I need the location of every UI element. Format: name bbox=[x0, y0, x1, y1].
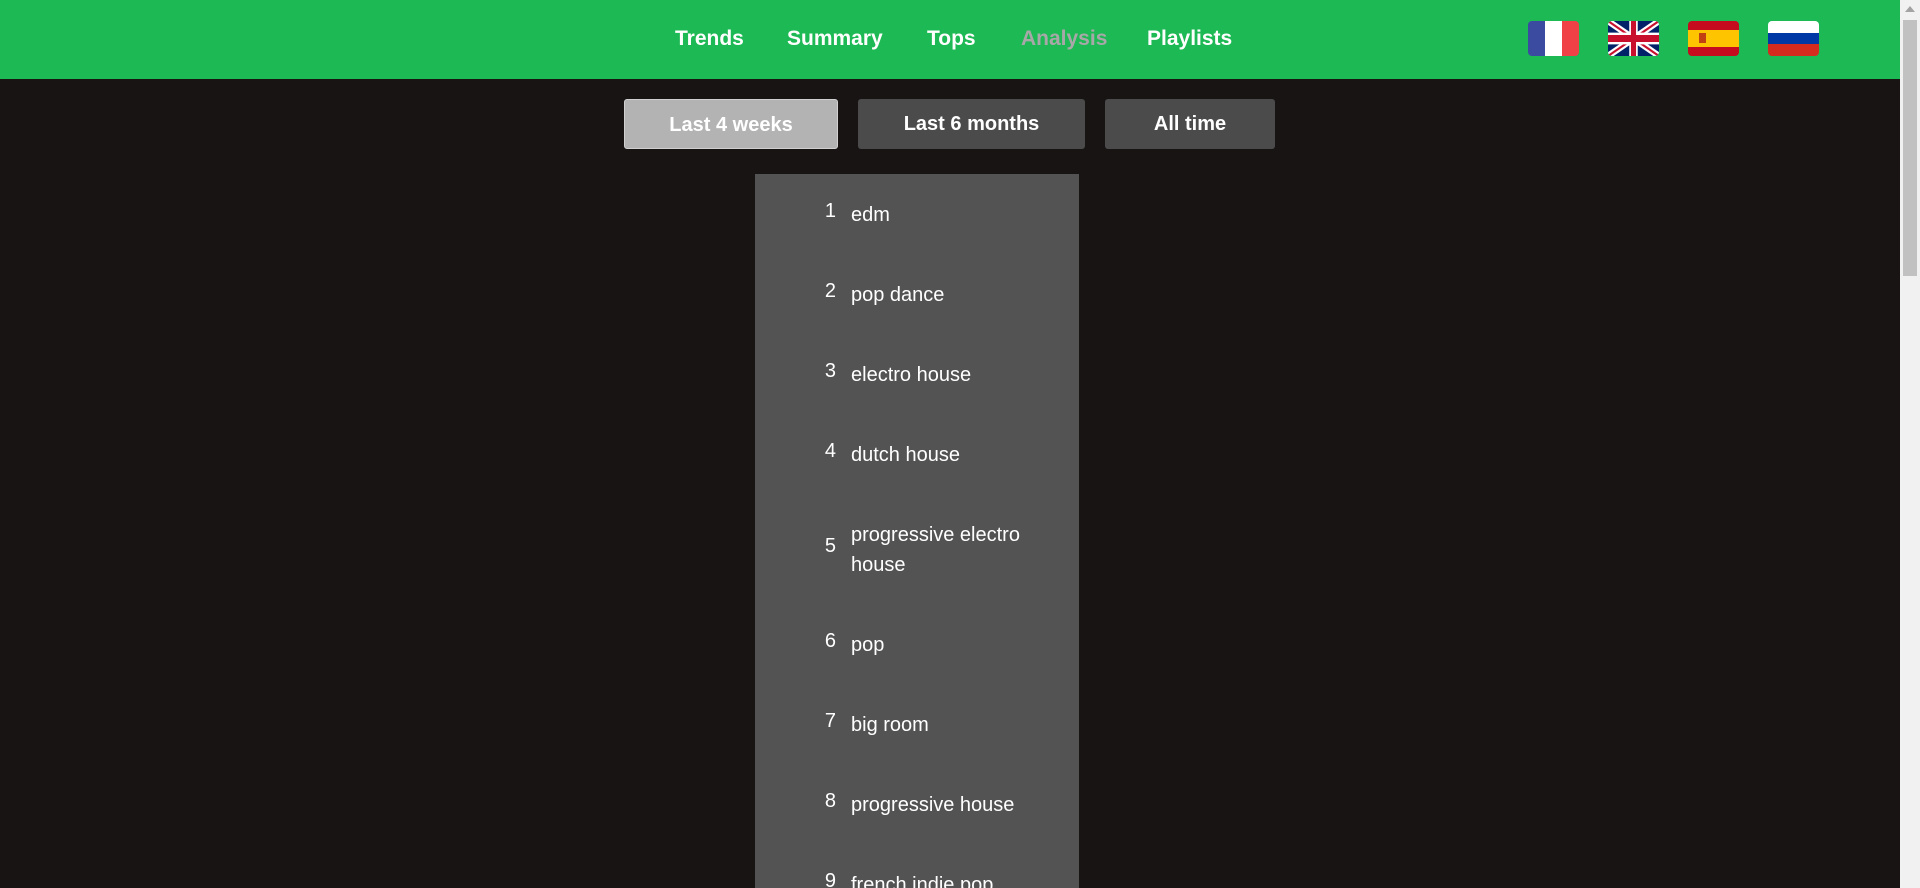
top-navbar: Trends Summary Tops Analysis Playlists bbox=[0, 0, 1900, 79]
nav-link-playlists[interactable]: Playlists bbox=[1147, 27, 1232, 51]
genre-name: edm bbox=[851, 204, 890, 226]
spanish-flag-graphic bbox=[1688, 21, 1739, 56]
scroll-up-arrow-icon[interactable] bbox=[1905, 6, 1915, 12]
nav-link-analysis[interactable]: Analysis bbox=[1021, 27, 1107, 51]
genre-name: pop dance bbox=[851, 284, 945, 306]
scrollbar-thumb[interactable] bbox=[1903, 20, 1917, 276]
nav-link-trends[interactable]: Trends bbox=[675, 27, 744, 51]
genre-name: french indie pop bbox=[851, 874, 994, 888]
spanish-flag-icon[interactable] bbox=[1688, 21, 1739, 56]
range-button-last-4-weeks[interactable]: Last 4 weeks bbox=[624, 99, 838, 149]
range-button-last-6-months[interactable]: Last 6 months bbox=[858, 99, 1085, 149]
top-genres-list: 1 edm 2 pop dance 3 electro house 4 dutc… bbox=[755, 174, 1079, 888]
genre-name: dutch house bbox=[851, 444, 960, 466]
genre-name: pop bbox=[851, 634, 885, 656]
uk-flag-graphic bbox=[1608, 21, 1659, 56]
genre-name: big room bbox=[851, 714, 929, 736]
uk-flag-icon[interactable] bbox=[1608, 21, 1659, 56]
nav-link-summary[interactable]: Summary bbox=[787, 27, 883, 51]
vertical-scrollbar[interactable] bbox=[1900, 0, 1920, 888]
range-button-all-time[interactable]: All time bbox=[1105, 99, 1275, 149]
genre-name: progressive house bbox=[851, 794, 1015, 816]
french-flag-graphic bbox=[1528, 21, 1579, 56]
genre-name: electro house bbox=[851, 364, 972, 386]
genre-name: progressive electro house bbox=[851, 524, 1020, 576]
russian-flag-icon[interactable] bbox=[1768, 21, 1819, 56]
french-flag-icon[interactable] bbox=[1528, 21, 1579, 56]
russian-flag-graphic bbox=[1768, 21, 1819, 56]
nav-link-tops[interactable]: Tops bbox=[927, 27, 976, 51]
